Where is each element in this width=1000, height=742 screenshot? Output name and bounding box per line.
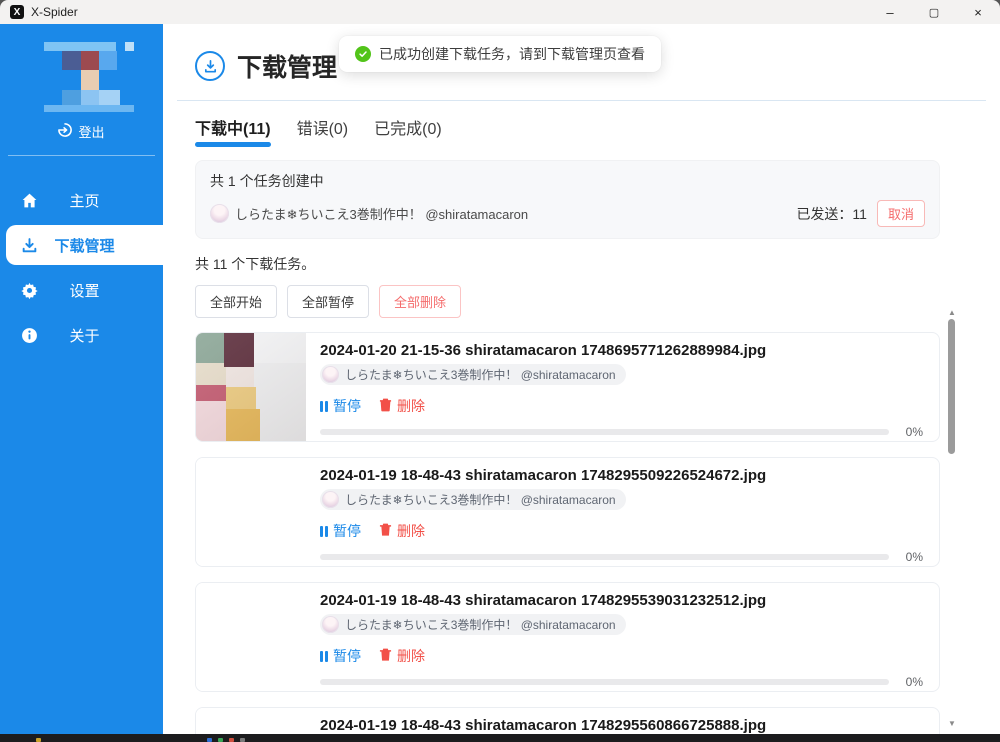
info-icon — [20, 326, 38, 344]
main-content: 下载管理 下载中(11) 错误(0) 已完成(0) 共 1 个任务创建中 — [163, 24, 1000, 734]
user-badge: しらたま❄ちいこえ3巻制作中！ @shiratamacaron — [320, 489, 626, 510]
creation-user: しらたま❄ちいこえ3巻制作中！ @shiratamacaron — [210, 204, 528, 223]
task-thumbnail-placeholder — [196, 708, 306, 734]
pause-icon — [320, 651, 328, 662]
progress-bar — [320, 429, 889, 435]
app-window: X X-Spider – ▢ × 登出 — [0, 0, 1000, 742]
download-icon — [20, 236, 38, 254]
task-thumbnail — [196, 333, 306, 441]
delete-button[interactable]: 删除 — [379, 521, 425, 541]
gear-icon — [20, 281, 38, 299]
task-thumbnail-placeholder — [196, 458, 306, 566]
sent-count: 已发送：11 — [796, 204, 867, 224]
home-icon — [20, 191, 38, 209]
sidebar-divider — [8, 155, 155, 156]
pause-icon — [320, 401, 328, 412]
download-task-list: 2024-01-20 21-15-36 shiratamacaron 17486… — [195, 332, 940, 734]
download-task-card: 2024-01-19 18-48-43 shiratamacaron 17482… — [195, 457, 940, 567]
trash-icon — [379, 523, 392, 540]
user-avatar — [322, 366, 339, 383]
delete-all-button[interactable]: 全部删除 — [379, 285, 461, 318]
tab-errors[interactable]: 错误(0) — [297, 115, 349, 139]
tab-downloading[interactable]: 下载中(11) — [195, 115, 271, 147]
progress-percent: 0% — [899, 425, 923, 439]
user-avatar-blurred — [24, 36, 140, 110]
logout-icon — [58, 123, 72, 140]
scrollbar-thumb[interactable] — [948, 319, 955, 454]
scroll-up-icon[interactable]: ▲ — [946, 307, 958, 317]
download-task-card: 2024-01-19 18-48-43 shiratamacaron 17482… — [195, 707, 940, 734]
pause-button[interactable]: 暂停 — [320, 646, 361, 666]
delete-button[interactable]: 删除 — [379, 396, 425, 416]
download-manager-icon — [195, 51, 225, 81]
download-task-card: 2024-01-20 21-15-36 shiratamacaron 17486… — [195, 332, 940, 442]
task-filename: 2024-01-19 18-48-43 shiratamacaron 17482… — [320, 717, 923, 734]
user-avatar — [322, 491, 339, 508]
taskbar-sliver — [0, 734, 1000, 742]
progress-bar — [320, 679, 889, 685]
list-scrollbar[interactable]: ▲ ▼ — [946, 307, 958, 728]
pause-button[interactable]: 暂停 — [320, 521, 361, 541]
task-creation-panel: 共 1 个任务创建中 しらたま❄ちいこえ3巻制作中！ @shiratamacar… — [195, 160, 940, 239]
pause-all-button[interactable]: 全部暂停 — [287, 285, 369, 318]
close-button[interactable]: × — [956, 0, 1000, 24]
title-bar: X X-Spider – ▢ × — [0, 0, 1000, 24]
delete-button[interactable]: 删除 — [379, 646, 425, 666]
user-badge: しらたま❄ちいこえ3巻制作中！ @shiratamacaron — [320, 614, 626, 635]
app-logo-icon: X — [10, 5, 24, 19]
download-task-card: 2024-01-19 18-48-43 shiratamacaron 17482… — [195, 582, 940, 692]
page-title: 下载管理 — [237, 48, 337, 84]
task-count-summary: 共 11 个下载任务。 — [195, 254, 1000, 274]
pause-button[interactable]: 暂停 — [320, 396, 361, 416]
sidebar-item-home[interactable]: 主页 — [6, 180, 163, 220]
user-avatar — [322, 616, 339, 633]
task-filename: 2024-01-20 21-15-36 shiratamacaron 17486… — [320, 342, 923, 360]
progress-percent: 0% — [899, 550, 923, 564]
task-filename: 2024-01-19 18-48-43 shiratamacaron 17482… — [320, 467, 923, 485]
scroll-down-icon[interactable]: ▼ — [946, 718, 958, 728]
cancel-button[interactable]: 取消 — [877, 200, 925, 227]
sidebar-item-about[interactable]: 关于 — [6, 315, 163, 355]
trash-icon — [379, 398, 392, 415]
active-tab-underline — [195, 142, 271, 147]
creation-summary: 共 1 个任务创建中 — [210, 171, 925, 191]
toast-message: 已成功创建下载任务，请到下载管理页查看 — [379, 44, 645, 64]
task-filename: 2024-01-19 18-48-43 shiratamacaron 17482… — [320, 592, 923, 610]
header-divider — [177, 100, 986, 101]
maximize-button[interactable]: ▢ — [912, 0, 956, 24]
tab-completed[interactable]: 已完成(0) — [374, 115, 442, 139]
bulk-actions-bar: 全部开始 全部暂停 全部删除 — [195, 285, 1000, 318]
progress-bar — [320, 554, 889, 560]
trash-icon — [379, 648, 392, 665]
user-badge: しらたま❄ちいこえ3巻制作中！ @shiratamacaron — [320, 364, 626, 385]
logout-label: 登出 — [78, 122, 104, 141]
logout-button[interactable]: 登出 — [0, 122, 163, 141]
sidebar: 登出 主页 下载管理 — [0, 24, 163, 734]
task-thumbnail-placeholder — [196, 583, 306, 691]
sidebar-item-downloads[interactable]: 下载管理 — [6, 225, 163, 265]
minimize-button[interactable]: – — [868, 0, 912, 24]
start-all-button[interactable]: 全部开始 — [195, 285, 277, 318]
window-title: X-Spider — [31, 5, 78, 19]
success-check-icon — [355, 46, 371, 62]
progress-percent: 0% — [899, 675, 923, 689]
pause-icon — [320, 526, 328, 537]
tab-bar: 下载中(11) 错误(0) 已完成(0) — [195, 115, 1000, 147]
success-toast: 已成功创建下载任务，请到下载管理页查看 — [339, 36, 661, 72]
user-avatar — [210, 204, 229, 223]
sidebar-item-settings[interactable]: 设置 — [6, 270, 163, 310]
